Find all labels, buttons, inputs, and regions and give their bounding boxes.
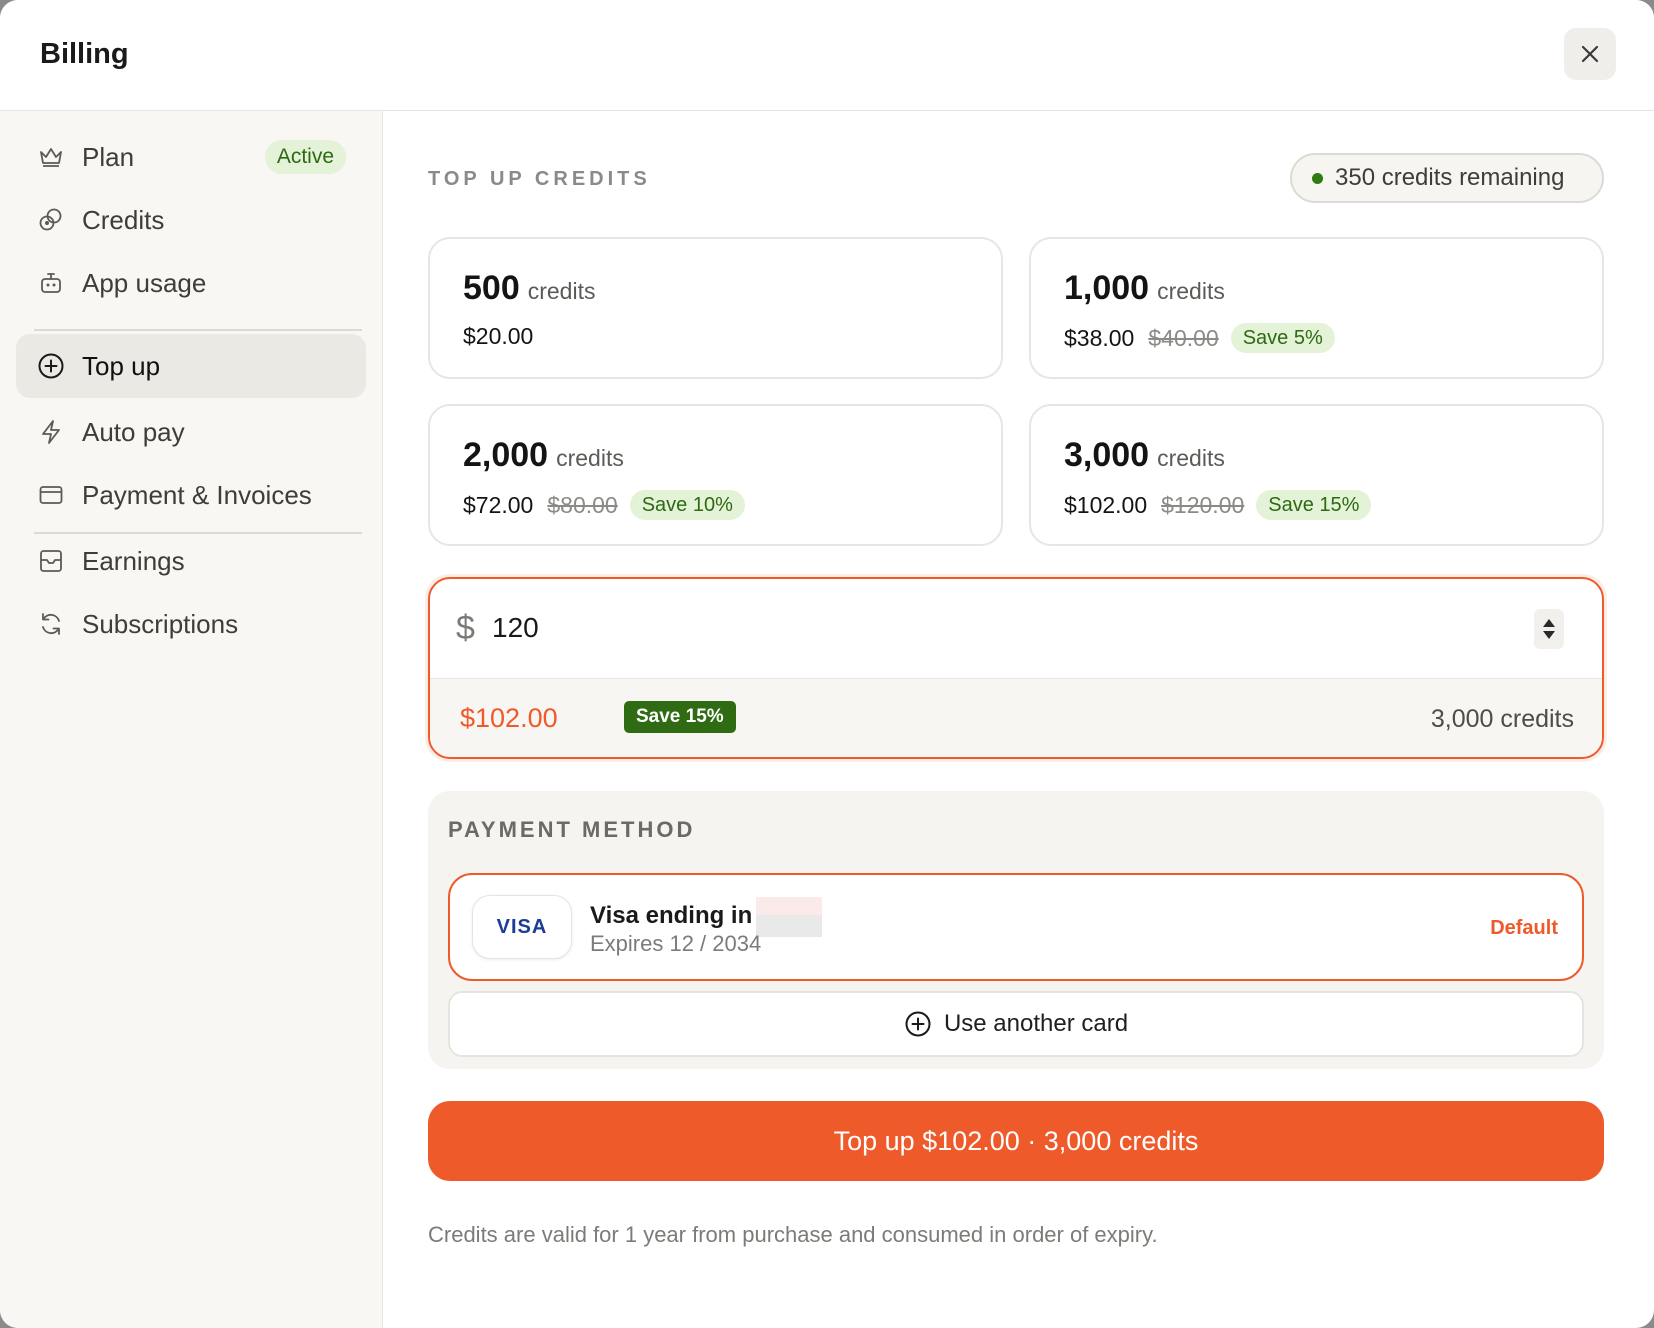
sidebar-item-auto-pay[interactable]: Auto pay (16, 400, 366, 464)
sidebar-item-plan[interactable]: Plan Active (16, 125, 366, 189)
sidebar: Plan Active Credits App usage Top up Aut… (0, 111, 383, 1328)
sidebar-item-credits[interactable]: Credits (16, 188, 366, 252)
sidebar-item-app-usage[interactable]: App usage (16, 251, 366, 315)
close-button[interactable] (1564, 28, 1616, 80)
status-dot-icon (1312, 172, 1323, 184)
default-label: Default (1490, 917, 1558, 939)
visa-logo-icon: VISA (472, 895, 572, 959)
pack-save-badge: Save 15% (1256, 490, 1372, 520)
pack-original-price: $80.00 (547, 491, 618, 518)
custom-amount-input[interactable] (492, 603, 1392, 653)
footnote: Credits are valid for 1 year from purcha… (428, 1222, 1158, 1247)
stepper-up-icon[interactable] (1543, 619, 1555, 627)
pack-amount: 2,000 credits (463, 436, 624, 474)
sidebar-item-label: Auto pay (82, 416, 185, 447)
sidebar-item-earnings[interactable]: Earnings (16, 529, 366, 593)
credit-pack-2000[interactable]: 2,000 credits $72.00 $80.00 Save 10% (428, 404, 1003, 546)
use-another-card-label: Use another card (943, 1010, 1129, 1037)
payment-method-section: PAYMENT METHOD VISA Visa ending in Expir… (428, 791, 1604, 1069)
coins-icon (36, 205, 66, 235)
sidebar-item-label: Earnings (82, 545, 185, 576)
amount-stepper[interactable] (1534, 609, 1564, 649)
sidebar-item-label: Plan (82, 141, 135, 172)
pack-price: $102.00 (1064, 491, 1148, 518)
plus-circle-icon (905, 1011, 931, 1037)
pack-price: $20.00 (463, 323, 534, 349)
lightning-icon (36, 417, 66, 447)
modal-title: Billing (40, 38, 129, 70)
top-up-button[interactable]: Top up $102.00 · 3,000 credits (428, 1101, 1604, 1181)
pack-amount: 3,000 credits (1064, 436, 1225, 474)
refresh-icon (36, 609, 66, 639)
saved-card-visa[interactable]: VISA Visa ending in Expires 12 / 2034 De… (448, 873, 1584, 981)
pack-prices: $72.00 $80.00 Save 10% (463, 490, 745, 520)
billing-modal: Billing Plan Active Credits App usage To… (0, 0, 1654, 1328)
summary-credits: 3,000 credits (1430, 705, 1574, 733)
pack-save-badge: Save 5% (1230, 323, 1335, 353)
custom-amount-box: $ $102.00 Save 15% 3,000 credits (428, 577, 1604, 759)
pack-amount: 500 credits (463, 269, 596, 307)
sidebar-item-label: Top up (82, 350, 161, 381)
pack-prices: $20.00 (463, 323, 533, 350)
credit-pack-3000[interactable]: 3,000 credits $102.00 $120.00 Save 15% (1029, 404, 1604, 546)
sidebar-item-label: Payment & Invoices (82, 479, 312, 510)
credit-pack-1000[interactable]: 1,000 credits $38.00 $40.00 Save 5% (1029, 237, 1604, 379)
sidebar-item-label: Credits (82, 204, 165, 235)
pack-original-price: $120.00 (1161, 491, 1245, 518)
pack-price: $38.00 (1064, 324, 1135, 351)
main-content: TOP UP CREDITS 350 credits remaining 500… (384, 111, 1654, 1328)
credit-pack-500[interactable]: 500 credits $20.00 (428, 237, 1003, 379)
sidebar-item-label: App usage (82, 267, 207, 298)
redacted-card-digits (756, 897, 823, 937)
custom-amount-summary: $102.00 Save 15% 3,000 credits (430, 679, 1602, 757)
credit-card-icon (36, 480, 66, 510)
payment-method-title: PAYMENT METHOD (448, 817, 696, 842)
pack-price: $72.00 (463, 491, 534, 518)
modal-header: Billing (0, 0, 1654, 111)
section-title: TOP UP CREDITS (428, 168, 651, 190)
pack-original-price: $40.00 (1148, 324, 1219, 351)
credits-remaining-pill: 350 credits remaining (1290, 153, 1604, 203)
crown-icon (36, 142, 66, 172)
summary-save-badge: Save 15% (624, 701, 736, 733)
credits-remaining-text: 350 credits remaining (1335, 164, 1565, 191)
sidebar-item-label: Subscriptions (82, 608, 239, 639)
custom-amount-row: $ (430, 579, 1602, 679)
plus-circle-icon (36, 351, 66, 381)
status-badge: Active (264, 140, 346, 174)
pack-prices: $102.00 $120.00 Save 15% (1064, 490, 1372, 520)
sidebar-item-top-up[interactable]: Top up (16, 334, 366, 398)
use-another-card-button[interactable]: Use another card (448, 991, 1584, 1057)
card-expiry: Expires 12 / 2034 (590, 931, 762, 956)
sidebar-divider (34, 329, 362, 331)
inbox-icon (36, 546, 66, 576)
summary-price: $102.00 (460, 703, 558, 733)
pack-prices: $38.00 $40.00 Save 5% (1064, 323, 1335, 353)
bot-icon (36, 268, 66, 298)
sidebar-item-subscriptions[interactable]: Subscriptions (16, 592, 366, 656)
pack-save-badge: Save 10% (629, 490, 745, 520)
stepper-down-icon[interactable] (1543, 631, 1555, 639)
sidebar-item-payment-invoices[interactable]: Payment & Invoices (16, 463, 366, 527)
currency-symbol: $ (456, 609, 475, 647)
pack-amount: 1,000 credits (1064, 269, 1225, 307)
close-icon (1581, 45, 1599, 63)
